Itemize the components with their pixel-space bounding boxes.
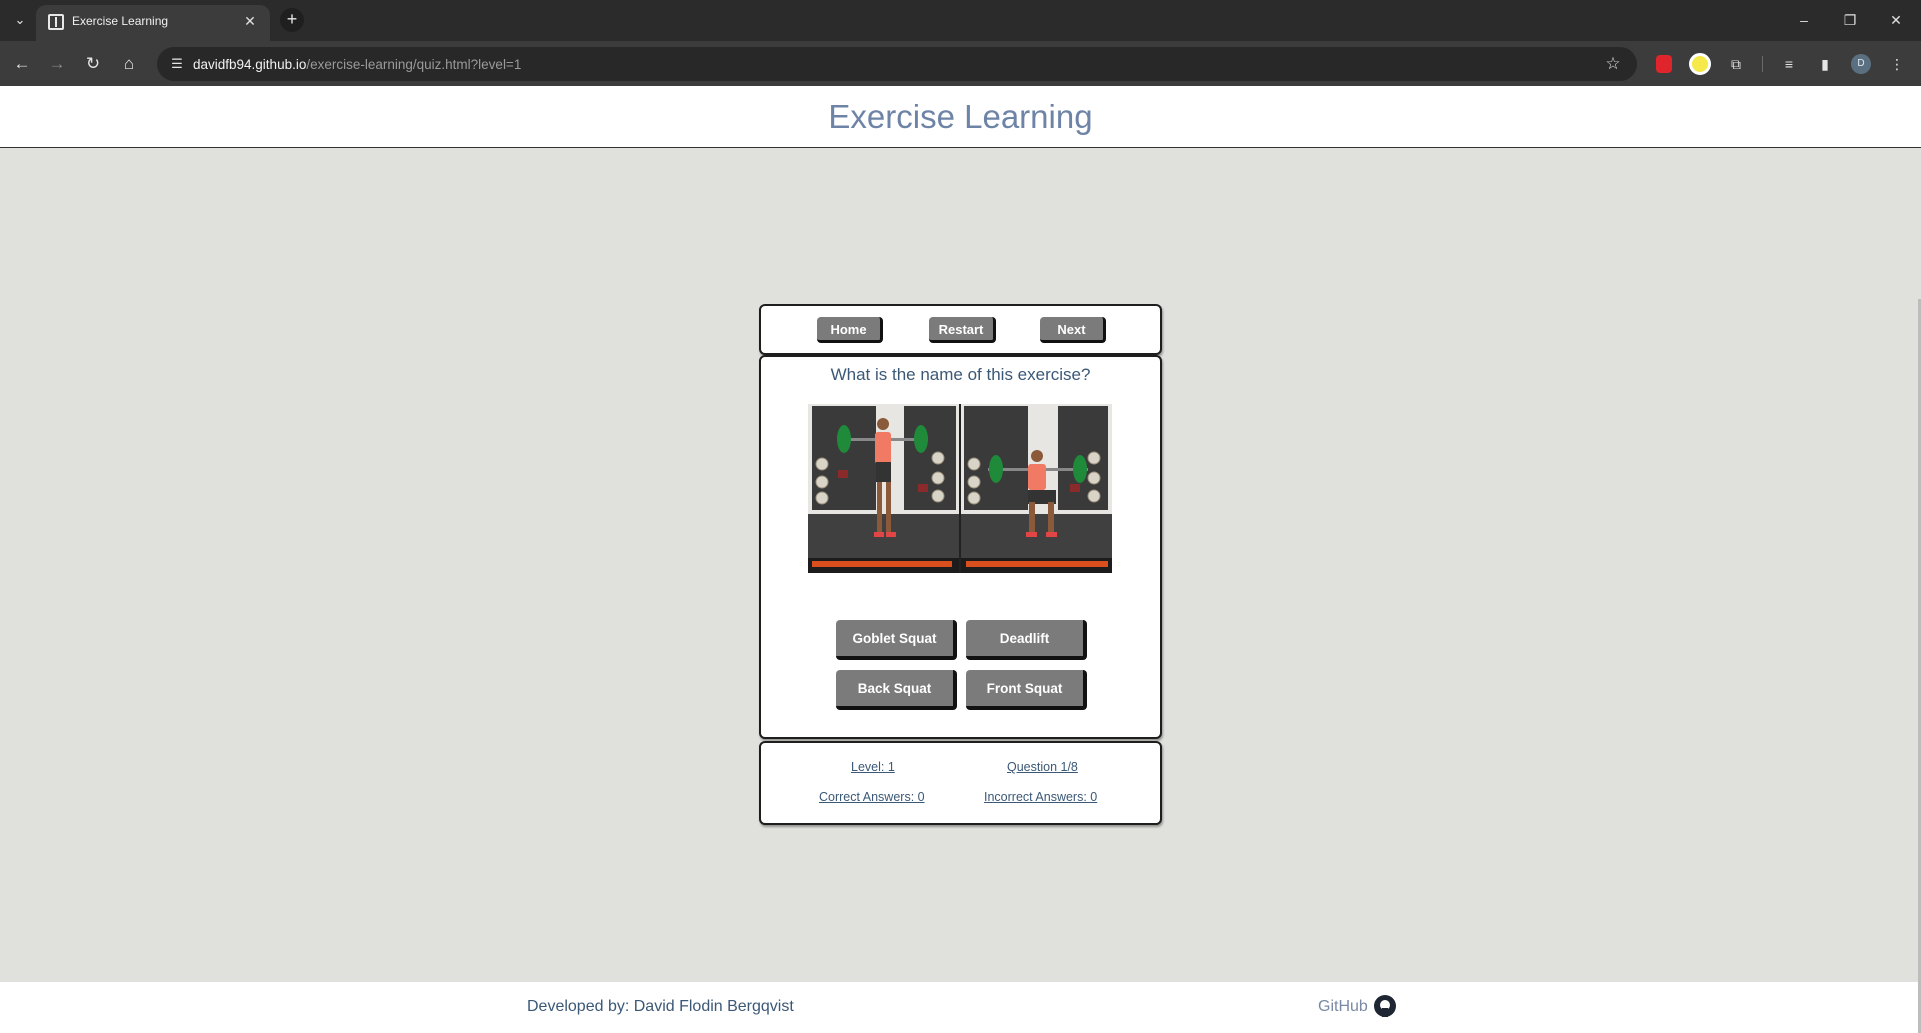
tab-title: Exercise Learning [72,14,169,28]
url-host: davidfb94.github.io [193,57,307,72]
question-counter: Question 1/8 [1007,760,1078,774]
answer-button-front-squat[interactable]: Front Squat [966,670,1087,710]
answer-button-back-squat[interactable]: Back Squat [836,670,957,710]
close-window-icon[interactable]: ✕ [1881,8,1911,32]
media-queue-icon[interactable]: ≡ [1778,53,1800,75]
forward-arrow-icon[interactable]: → [43,50,71,78]
minimize-icon[interactable]: – [1789,8,1819,32]
browser-tab[interactable]: Exercise Learning ✕ [36,5,270,41]
site-header: Exercise Learning [0,86,1921,148]
browser-toolbar: ← → ↻ ⌂ ☰ davidfb94.github.io/exercise-l… [0,41,1921,86]
profile-avatar[interactable]: D [1851,54,1871,74]
github-link[interactable]: GitHub [1318,998,1368,1016]
extension-red-icon[interactable] [1656,55,1672,73]
tab-search-chevron-icon[interactable]: ⌄ [8,8,32,32]
bookmark-star-icon[interactable]: ☆ [1603,54,1623,74]
close-tab-icon[interactable]: ✕ [240,11,260,31]
home-button[interactable]: Home [817,317,883,343]
extensions-puzzle-icon[interactable]: ⧉ [1725,53,1747,75]
answer-button-goblet-squat[interactable]: Goblet Squat [836,620,957,660]
site-title: Exercise Learning [828,98,1093,135]
new-tab-plus-icon[interactable]: + [280,8,304,32]
book-favicon-icon [48,14,64,30]
toolbar-separator [1762,56,1763,72]
github-icon[interactable] [1374,995,1396,1017]
restore-window-icon[interactable]: ❐ [1835,8,1865,32]
web-page: Exercise Learning Home Restart Next What… [0,86,1921,1033]
developer-credit: Developed by: David Flodin Bergqvist [527,998,794,1015]
exercise-image [808,404,1112,573]
incorrect-answers-stat: Incorrect Answers: 0 [984,790,1098,804]
correct-answers-stat: Correct Answers: 0 [819,790,925,804]
quiz-nav-panel: Home Restart Next [759,304,1162,355]
address-bar[interactable]: ☰ davidfb94.github.io/exercise-learning/… [157,47,1637,81]
answer-button-deadlift[interactable]: Deadlift [966,620,1087,660]
url-text[interactable]: davidfb94.github.io/exercise-learning/qu… [193,57,521,72]
extension-yellow-icon[interactable] [1689,53,1711,75]
site-info-tune-icon[interactable]: ☰ [167,54,187,74]
site-footer: Developed by: David Flodin Bergqvist Git… [0,982,1921,1033]
home-icon[interactable]: ⌂ [115,50,143,78]
reload-icon[interactable]: ↻ [79,50,107,78]
browser-tabstrip: ⌄ Exercise Learning ✕ + – ❐ ✕ [0,0,1921,41]
quiz-stats-panel: Level: 1 Question 1/8 Correct Answers: 0… [759,741,1162,825]
browser-menu-icon[interactable]: ⋮ [1886,53,1908,75]
level-stat: Level: 1 [851,760,895,774]
side-panel-icon[interactable]: ▮ [1814,53,1836,75]
question-text: What is the name of this exercise? [830,365,1091,384]
back-arrow-icon[interactable]: ← [8,50,36,78]
url-path: /exercise-learning/quiz.html?level=1 [306,57,522,72]
exercise-illustration [808,404,1112,573]
quiz-panel: What is the name of this exercise? Goble… [759,355,1162,739]
restart-button[interactable]: Restart [929,317,996,343]
next-button[interactable]: Next [1040,317,1106,343]
